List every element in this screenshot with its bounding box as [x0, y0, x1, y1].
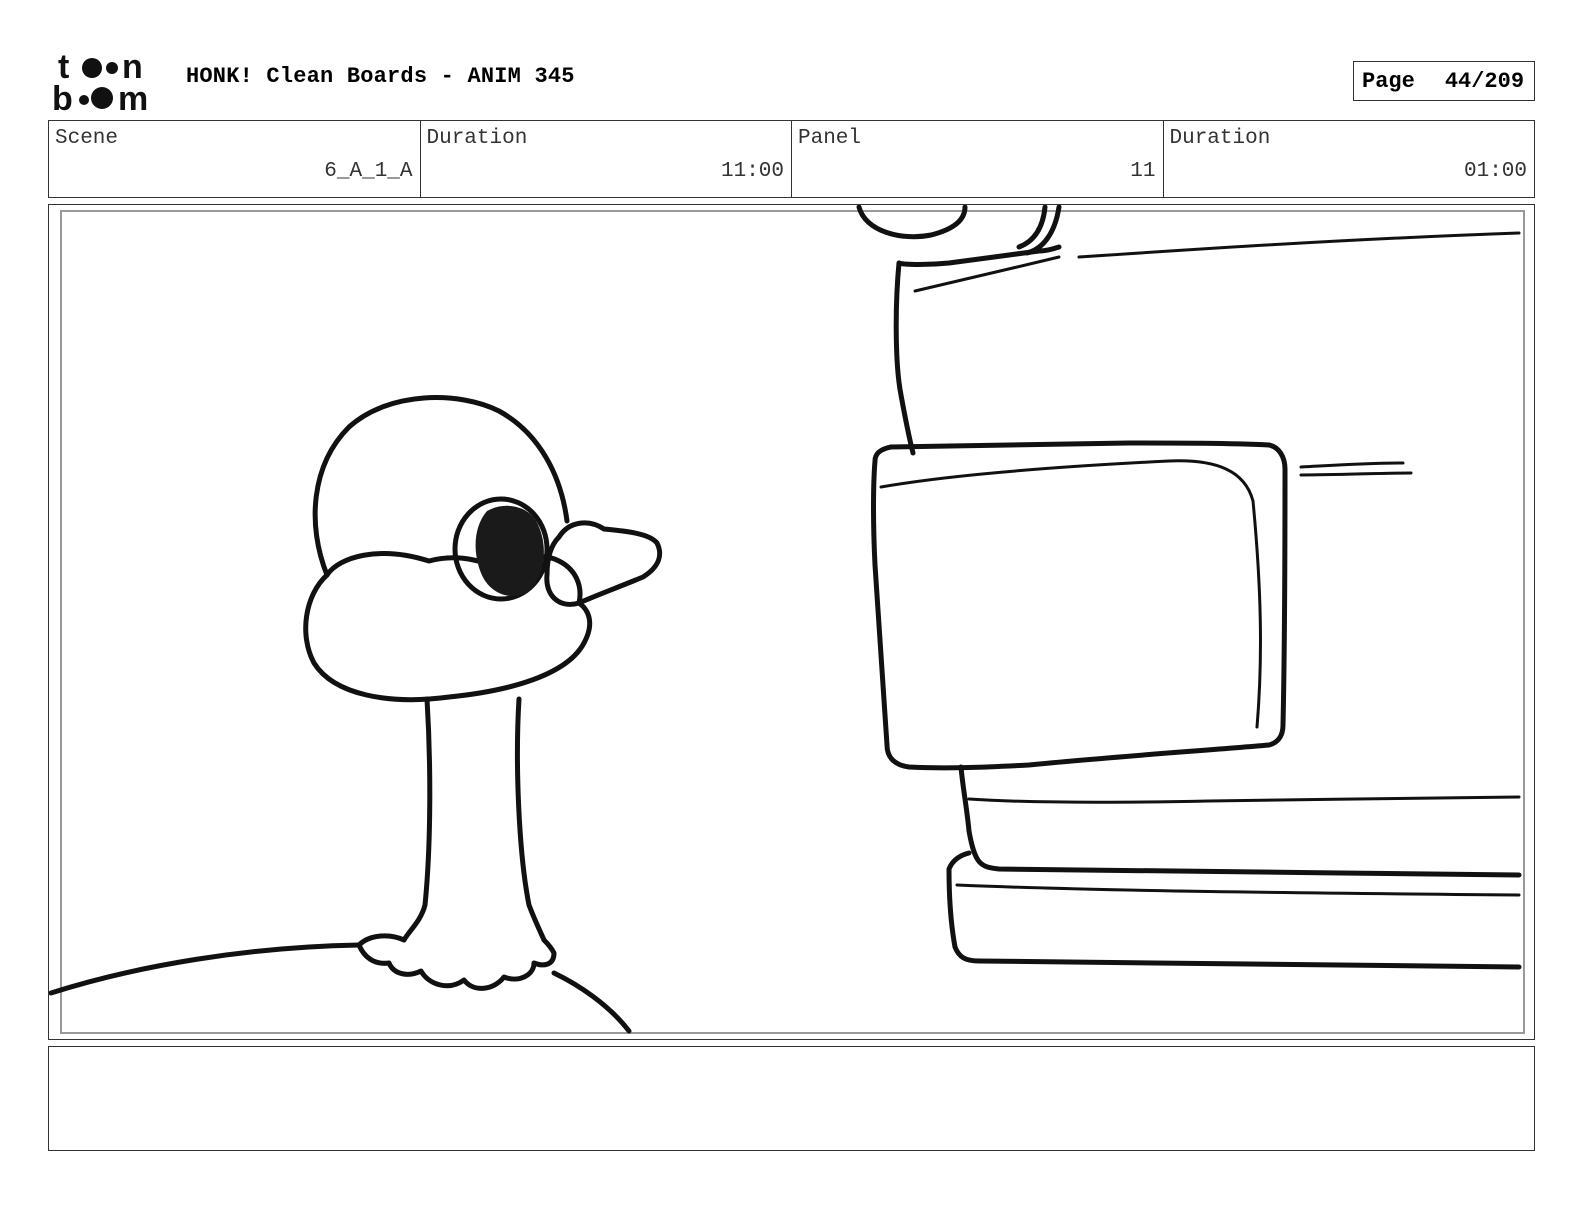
toon-boom-logo-icon: t n b m	[52, 48, 148, 118]
base-line-1	[967, 795, 1521, 804]
panel-value: 11	[1130, 160, 1156, 183]
machine-drawing	[856, 205, 1522, 970]
goose-body-right	[551, 970, 632, 1034]
page-number: 44/209	[1444, 68, 1525, 94]
page-label: Page	[1362, 68, 1415, 94]
base-line-2	[966, 828, 1522, 878]
scene-label: Scene	[55, 127, 119, 150]
base-line-3	[955, 883, 1521, 897]
panel-cell: Panel 11	[792, 121, 1164, 197]
svg-text:b: b	[52, 80, 73, 114]
page-indicator: Page 44/209	[1353, 61, 1535, 101]
storyboard-drawing	[49, 205, 1525, 1034]
monitor-outer	[871, 440, 1288, 771]
goose-drawing	[49, 395, 663, 1034]
knob-right	[1016, 205, 1048, 250]
goose-neck-left	[401, 696, 433, 943]
scene-duration-cell: Duration 11:00	[421, 121, 792, 197]
speed-line-mid-2	[1299, 471, 1413, 477]
panel-duration-cell: Duration 01:00	[1164, 121, 1535, 197]
goose-pupil	[475, 505, 544, 597]
panel-label: Panel	[798, 127, 862, 150]
scene-cell: Scene 6_A_1_A	[49, 121, 421, 197]
toon-boom-logo: t n b m	[50, 48, 165, 118]
storyboard-panel	[48, 204, 1535, 1040]
speed-line-mid-1	[1299, 461, 1405, 469]
scene-duration-value: 11:00	[720, 160, 784, 183]
machine-left-edge	[893, 260, 916, 456]
goose-body-line	[49, 942, 362, 996]
goose-neck-right	[514, 696, 547, 943]
panel-duration-value: 01:00	[1463, 160, 1527, 183]
document-title: HONK! Clean Boards - ANIM 345	[186, 64, 575, 89]
panel-info-row: Scene 6_A_1_A Duration 11:00 Panel 11 Du…	[48, 120, 1535, 198]
safe-area-frame	[60, 210, 1525, 1034]
monitor-inner	[879, 459, 1262, 729]
scene-value: 6_A_1_A	[324, 160, 413, 183]
notes-box	[48, 1046, 1535, 1151]
svg-text:m: m	[118, 80, 148, 114]
scene-duration-label: Duration	[426, 127, 528, 150]
panel-duration-label: Duration	[1169, 127, 1271, 150]
speed-line-top	[1077, 231, 1521, 259]
